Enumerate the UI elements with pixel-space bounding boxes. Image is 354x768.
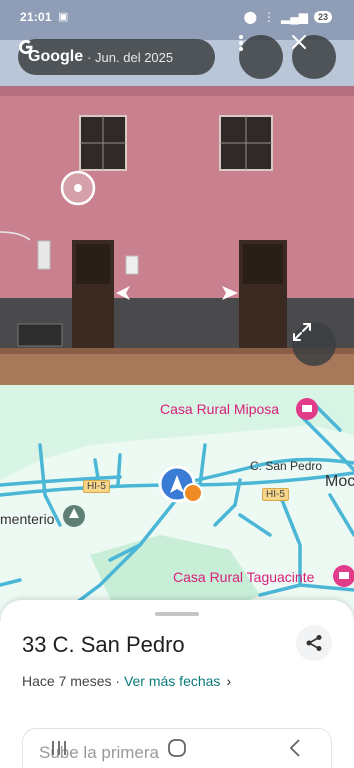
more-vert-icon xyxy=(239,35,243,51)
street-view-panorama[interactable]: 21:01 ▣ ⬤ ⋮ ▂▄▆ 23 Google · Jun. del 202… xyxy=(0,0,354,385)
screen: 21:01 ▣ ⬤ ⋮ ▂▄▆ 23 Google · Jun. del 202… xyxy=(0,0,354,768)
signal-icon: ▂▄▆ xyxy=(281,10,308,24)
back-icon xyxy=(289,739,300,757)
expand-icon xyxy=(293,323,311,341)
location-icon: ⬤ xyxy=(243,10,258,24)
share-icon xyxy=(306,635,322,651)
fullscreen-button[interactable] xyxy=(292,322,336,366)
poi-label-casa-rural-miposa[interactable]: Casa Rural Miposa xyxy=(160,401,279,417)
street-view-info-chip[interactable]: Google · Jun. del 2025 xyxy=(18,39,215,75)
drag-handle[interactable] xyxy=(155,612,199,616)
road-shield-hi5: HI-5 xyxy=(83,480,110,493)
place-label-cemetery: menterio xyxy=(0,511,55,527)
google-brand-label: Google xyxy=(28,48,84,65)
image-age: Hace 7 meses · xyxy=(22,673,121,689)
wifi-icon: ⋮ xyxy=(263,10,276,24)
status-time: 21:01 xyxy=(20,10,52,24)
google-g-icon xyxy=(19,40,33,54)
back-button[interactable] xyxy=(265,739,325,757)
recent-apps-icon xyxy=(52,741,66,755)
map-canvas xyxy=(0,398,354,635)
road-shield-hi5: HI-5 xyxy=(262,488,289,501)
status-bar: 21:01 ▣ ⬤ ⋮ ▂▄▆ 23 xyxy=(0,0,354,34)
battery-icon: 23 xyxy=(313,11,332,23)
poi-label-casa-rural-taguacinte[interactable]: Casa Rural Taguacinte xyxy=(173,569,314,585)
more-dates-link[interactable]: Ver más fechas xyxy=(124,673,221,689)
close-button[interactable] xyxy=(292,35,336,79)
image-age-row: Hace 7 meses · Ver más fechas › xyxy=(22,673,231,689)
recent-apps-button[interactable] xyxy=(29,740,89,756)
road-label-san-pedro: C. San Pedro xyxy=(250,459,323,473)
chevron-right-icon[interactable]: › xyxy=(226,673,231,689)
capture-date: · Jun. del 2025 xyxy=(87,49,174,65)
share-button[interactable] xyxy=(296,625,332,661)
home-button[interactable] xyxy=(147,738,207,758)
place-label-moc: Moc xyxy=(325,473,354,490)
status-icons: ⬤ ⋮ ▂▄▆ 23 xyxy=(244,10,332,24)
more-options-button[interactable] xyxy=(239,35,283,79)
place-address: 33 C. San Pedro xyxy=(22,632,185,657)
screenshot-icon: ▣ xyxy=(58,11,69,23)
map-view[interactable]: Casa Rural Miposa Casa Rural Taguacinte … xyxy=(0,385,354,635)
close-icon xyxy=(292,35,306,49)
home-icon xyxy=(168,739,186,757)
system-navigation-bar xyxy=(0,728,354,768)
